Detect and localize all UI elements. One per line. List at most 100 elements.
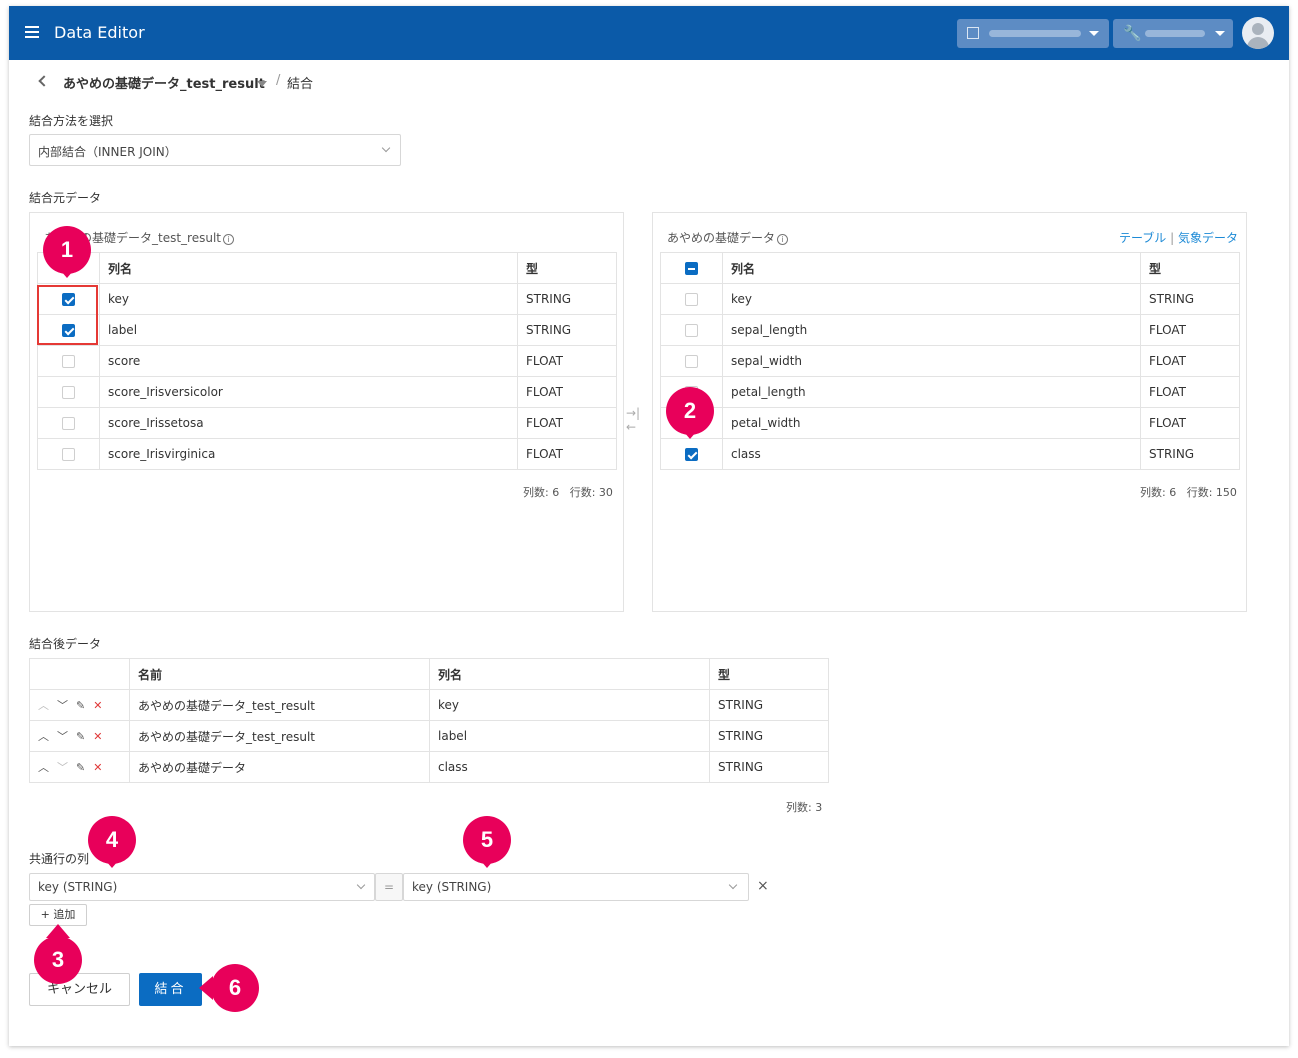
- table-row: ︿ ﹀ ✎ ✕ あやめの基礎データ class STRING: [29, 751, 829, 783]
- equals-sign: =: [375, 873, 403, 901]
- move-down-icon[interactable]: ﹀: [57, 697, 68, 713]
- join-button[interactable]: 結合: [139, 973, 202, 1006]
- edit-icon[interactable]: ✎: [76, 730, 85, 743]
- caret-down-icon: [1089, 31, 1099, 36]
- info-icon[interactable]: i: [777, 234, 789, 245]
- row-checkbox[interactable]: [685, 324, 698, 337]
- delete-icon[interactable]: ✕: [93, 699, 102, 712]
- step-marker-4: 4: [88, 816, 136, 868]
- column-name-header: 列名: [722, 252, 1141, 284]
- delete-icon[interactable]: ✕: [93, 730, 102, 743]
- type-cell: FLOAT: [517, 407, 617, 439]
- move-down-icon[interactable]: ﹀: [57, 728, 68, 744]
- join-method-select[interactable]: 内部結合（INNER JOIN）: [29, 134, 401, 166]
- right-table-title: あやめの基礎データ i: [667, 229, 789, 246]
- organization-selector[interactable]: [957, 19, 1109, 48]
- caret-down-icon: [1215, 31, 1225, 36]
- type-cell: STRING: [709, 720, 829, 752]
- remove-key-icon[interactable]: ×: [757, 878, 769, 894]
- row-checkbox[interactable]: [62, 448, 75, 461]
- move-up-icon[interactable]: ︿: [38, 759, 49, 775]
- weather-data-link[interactable]: 気象データ: [1178, 231, 1238, 245]
- menu-icon[interactable]: [25, 26, 39, 38]
- right-source-panel: あやめの基礎データ i テーブル | 気象データ 列名 型 key STRING s…: [652, 212, 1247, 612]
- type-cell: FLOAT: [1140, 314, 1240, 346]
- info-icon[interactable]: i: [223, 234, 234, 245]
- result-stats: 列数: 3: [786, 801, 823, 814]
- delete-icon[interactable]: ✕: [93, 761, 102, 774]
- join-method-value: 内部結合（INNER JOIN）: [38, 145, 177, 159]
- table-header-row: 列名 型: [37, 252, 617, 284]
- highlight-box: [37, 285, 98, 345]
- table-row: score_Irissetosa FLOAT: [37, 407, 617, 439]
- type-header: 型: [517, 252, 617, 284]
- row-checkbox[interactable]: [685, 355, 698, 368]
- row-checkbox[interactable]: [62, 355, 75, 368]
- breadcrumb-dataset[interactable]: あやめの基礎データ_test_result: [63, 73, 265, 92]
- table-row: ︿ ﹀ ✎ ✕ あやめの基礎データ_test_result label STRING: [29, 720, 829, 752]
- row-checkbox[interactable]: [685, 448, 698, 461]
- type-cell: FLOAT: [517, 438, 617, 470]
- table-row: sepal_width FLOAT: [660, 345, 1240, 377]
- column-name-cell: sepal_width: [722, 345, 1141, 377]
- dataset-dropdown-icon[interactable]: [257, 81, 267, 87]
- table-row: score FLOAT: [37, 345, 617, 377]
- table-row: petal_width FLOAT: [660, 407, 1240, 439]
- back-chevron-icon[interactable]: [38, 75, 50, 87]
- left-key-select[interactable]: key (STRING): [29, 873, 375, 901]
- controls-header: [29, 658, 130, 690]
- project-selector[interactable]: 🔧: [1113, 19, 1233, 48]
- step-marker-3: 3: [34, 924, 82, 984]
- step-marker-5: 5: [463, 816, 511, 868]
- user-avatar[interactable]: [1242, 17, 1274, 49]
- name-header: 名前: [129, 658, 430, 690]
- result-columns-table: 名前 列名 型 ︿ ﹀ ✎ ✕ あやめの基礎データ_test_result key S…: [29, 658, 829, 783]
- type-cell: FLOAT: [517, 345, 617, 377]
- type-cell: STRING: [1140, 283, 1240, 315]
- type-header: 型: [1140, 252, 1240, 284]
- column-name-cell: label: [429, 720, 710, 752]
- merge-icon: →|←: [626, 406, 641, 434]
- move-up-icon[interactable]: ︿: [38, 728, 49, 744]
- left-columns-table: 列名 型 key STRING label STRING score FLOAT sc…: [37, 252, 617, 470]
- table-row: petal_length FLOAT: [660, 376, 1240, 408]
- table-row: sepal_length FLOAT: [660, 314, 1240, 346]
- edit-icon[interactable]: ✎: [76, 761, 85, 774]
- name-cell: あやめの基礎データ: [129, 751, 430, 783]
- step-marker-2: 2: [666, 387, 714, 439]
- table-row: score_Irisvirginica FLOAT: [37, 438, 617, 470]
- right-key-value: key (STRING): [412, 880, 492, 894]
- breadcrumb-current: 結合: [287, 77, 314, 92]
- source-data-label: 結合元データ: [29, 191, 102, 205]
- table-row: score_Irisversicolor FLOAT: [37, 376, 617, 408]
- row-checkbox[interactable]: [62, 386, 75, 399]
- wrench-icon: 🔧: [1123, 24, 1142, 42]
- chevron-down-icon: [356, 880, 366, 890]
- edit-icon[interactable]: ✎: [76, 699, 85, 712]
- organization-name-blurred: [989, 30, 1081, 37]
- add-key-button[interactable]: + 追加: [29, 904, 87, 926]
- row-checkbox[interactable]: [685, 293, 698, 306]
- table-header-row: 列名 型: [660, 252, 1240, 284]
- type-cell: STRING: [709, 689, 829, 721]
- table-link[interactable]: テーブル: [1119, 231, 1166, 245]
- type-cell: FLOAT: [1140, 345, 1240, 377]
- column-name-cell: score_Irisversicolor: [99, 376, 518, 408]
- column-name-cell: key: [429, 689, 710, 721]
- chevron-down-icon: [381, 143, 391, 153]
- right-key-select[interactable]: key (STRING): [403, 873, 749, 901]
- select-all-checkbox[interactable]: [685, 262, 698, 275]
- column-name-cell: score: [99, 345, 518, 377]
- left-table-stats: 列数: 6 行数: 30: [523, 486, 613, 499]
- type-cell: STRING: [709, 751, 829, 783]
- join-method-label: 結合方法を選択: [29, 114, 114, 128]
- row-checkbox[interactable]: [62, 417, 75, 430]
- table-row: key STRING: [37, 283, 617, 315]
- column-name-cell: key: [722, 283, 1141, 315]
- plus-icon: +: [40, 908, 50, 921]
- table-header-row: 名前 列名 型: [29, 658, 829, 690]
- project-name-blurred: [1145, 30, 1205, 37]
- column-name-cell: score_Irissetosa: [99, 407, 518, 439]
- column-name-header: 列名: [429, 658, 710, 690]
- column-name-cell: sepal_length: [722, 314, 1141, 346]
